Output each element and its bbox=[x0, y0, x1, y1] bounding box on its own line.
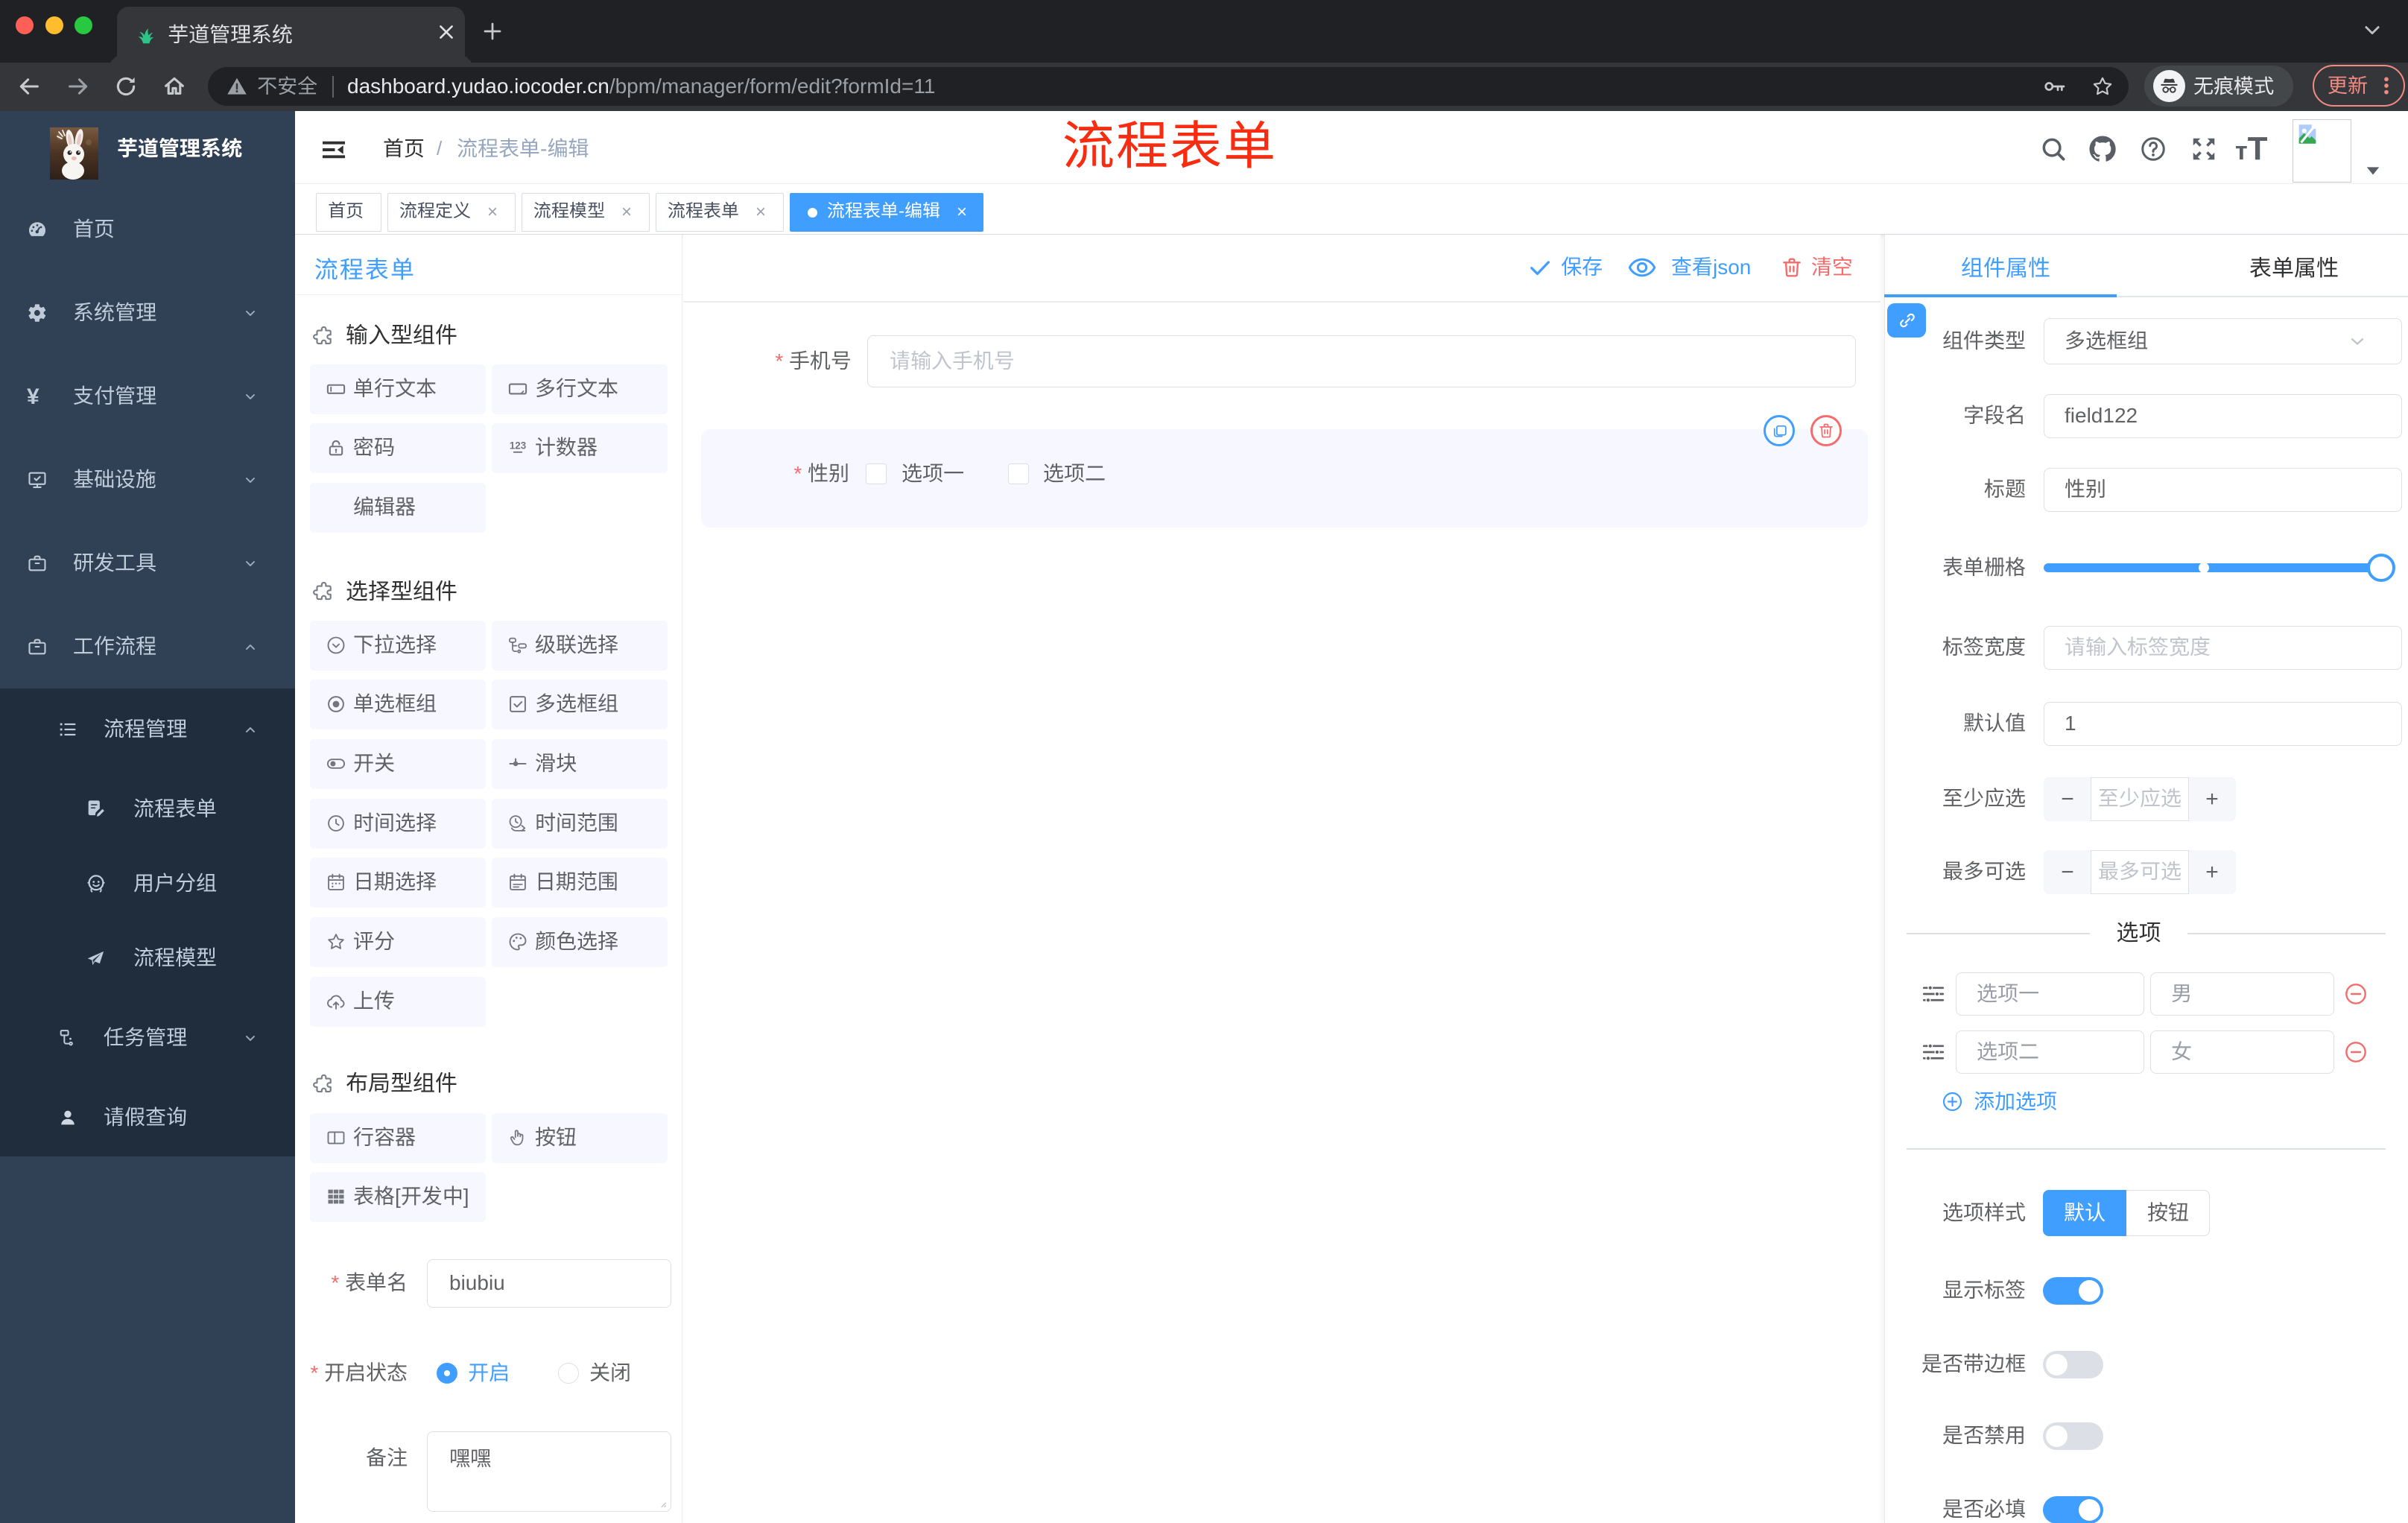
svg-text:123: 123 bbox=[510, 440, 526, 452]
